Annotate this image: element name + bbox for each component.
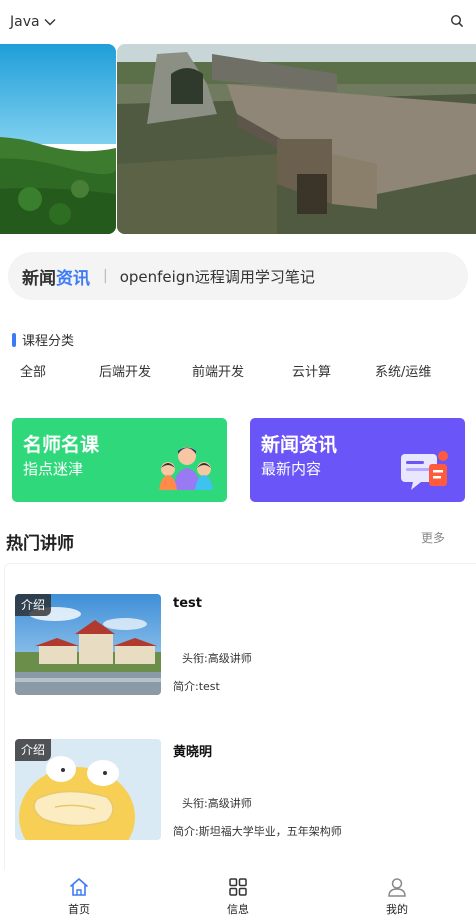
tab-home[interactable]: 首页 [49, 876, 109, 917]
category-tab-ops[interactable]: 系统/运维 [375, 361, 431, 380]
chevron-down-icon [44, 19, 56, 26]
card-subtitle: 指点迷津 [23, 460, 84, 478]
bottom-tab-bar: 首页 信息 我的 [0, 870, 476, 920]
banner-slide-bridge[interactable] [117, 44, 476, 234]
category-tab-frontend[interactable]: 前端开发 [192, 361, 244, 380]
tab-label: 我的 [386, 903, 408, 916]
teacher-item[interactable]: 介绍 黄晓明 头衔:高级讲师 简介:斯坦福大学毕业，五年架构师 [15, 739, 471, 843]
forest-landscape-image [0, 44, 116, 234]
category-header: 课程分类 [12, 330, 74, 349]
news-ticker[interactable]: 新闻资讯 | openfeign远程调用学习笔记 [8, 252, 468, 300]
user-icon [388, 878, 406, 897]
teacher-rank: 头衔:高级讲师 [182, 652, 252, 665]
teacher-photo[interactable]: 介绍 [15, 739, 161, 840]
category-title: 课程分类 [22, 334, 75, 349]
banner-carousel[interactable] [0, 44, 476, 236]
language-selector[interactable]: Java [10, 14, 57, 30]
teacher-name[interactable]: test [173, 596, 202, 611]
teacher-rank: 头衔:高级讲师 [182, 797, 252, 810]
teacher-intro: 简介:斯坦福大学毕业，五年架构师 [173, 825, 342, 838]
teacher-name[interactable]: 黄晓明 [173, 741, 212, 760]
language-label: Java [10, 14, 40, 30]
news-illustration-icon [401, 451, 448, 490]
home-icon [69, 878, 89, 896]
card-title: 名师名课 [23, 434, 100, 456]
news-logo-part1: 新闻 [22, 268, 56, 289]
category-accent-bar [12, 332, 16, 347]
banner-slide-forest[interactable] [0, 44, 116, 234]
intro-badge: 介绍 [15, 594, 52, 616]
hot-teachers-title: 热门讲师 [6, 534, 74, 554]
card-subtitle: 最新内容 [261, 460, 322, 478]
news-separator: | [103, 268, 108, 284]
teacher-list: 介绍 test 头衔:高级讲师 简介:test 介绍 黄晓明 头衔:高级讲师 简… [4, 563, 476, 870]
news-logo-part2: 资讯 [56, 268, 90, 289]
category-tab-cloud[interactable]: 云计算 [292, 361, 331, 380]
tab-mine[interactable]: 我的 [367, 876, 427, 917]
category-tabs: 全部 后端开发 前端开发 云计算 系统/运维 [0, 361, 476, 380]
news-info-card[interactable]: 新闻资讯 最新内容 [250, 418, 465, 502]
intro-badge: 介绍 [15, 739, 52, 761]
top-bar: Java [0, 0, 476, 44]
grid-icon [229, 878, 247, 896]
tab-info[interactable]: 信息 [208, 876, 268, 917]
tab-label: 首页 [68, 903, 90, 916]
category-tab-backend[interactable]: 后端开发 [99, 361, 151, 380]
teacher-item[interactable]: 介绍 test 头衔:高级讲师 简介:test [15, 594, 471, 698]
teacher-photo[interactable]: 介绍 [15, 594, 161, 695]
category-tab-all[interactable]: 全部 [20, 361, 46, 380]
tab-label: 信息 [227, 903, 249, 916]
teachers-illustration-icon [159, 447, 213, 490]
teacher-intro: 简介:test [173, 680, 220, 693]
bridge-lake-image [117, 44, 476, 234]
card-title: 新闻资讯 [261, 434, 338, 456]
famous-teacher-card[interactable]: 名师名课 指点迷津 [12, 418, 227, 502]
news-logo: 新闻资讯 [22, 264, 90, 289]
news-headline[interactable]: openfeign远程调用学习笔记 [120, 266, 315, 287]
more-link[interactable]: 更多 [421, 529, 445, 546]
search-icon[interactable] [450, 14, 464, 28]
